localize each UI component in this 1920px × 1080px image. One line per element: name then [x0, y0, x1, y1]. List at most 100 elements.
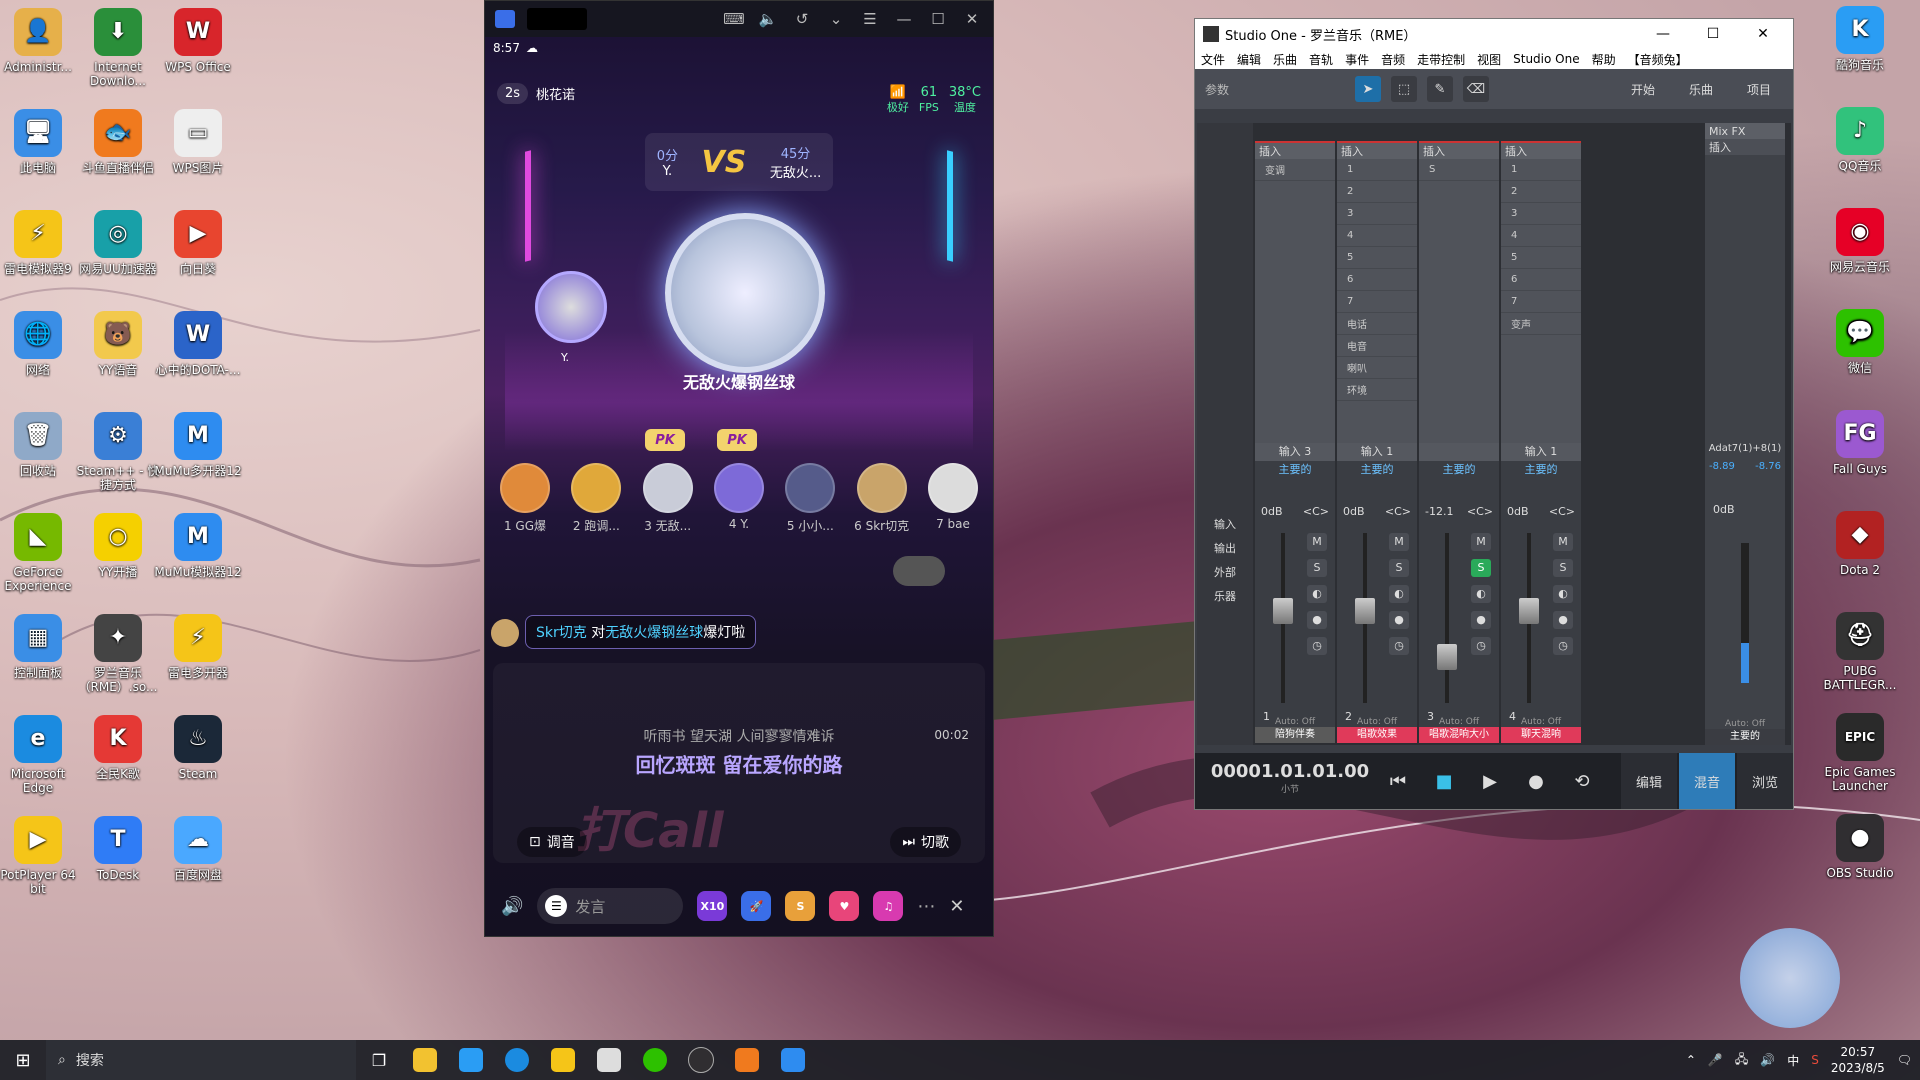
fader-cap[interactable] [1355, 597, 1375, 624]
desktop-icon[interactable]: ⚙ Steam++ - 快捷方式 [74, 412, 162, 492]
desktop-icon[interactable]: ◆ Dota 2 [1816, 511, 1904, 577]
rewind-icon[interactable]: ⏮ [1381, 764, 1415, 798]
insert-slot[interactable]: 变调 [1255, 159, 1335, 181]
minimize-button[interactable]: — [1641, 26, 1685, 42]
channel-input[interactable]: 输入 1 [1501, 443, 1581, 461]
tab-browse[interactable]: 浏览 [1737, 753, 1793, 809]
insert-slot[interactable]: 1 [1501, 159, 1581, 181]
insert-slot[interactable]: 5 [1501, 247, 1581, 269]
record-arm-icon[interactable]: ● [1471, 611, 1491, 629]
maximize-button[interactable]: ☐ [927, 10, 949, 28]
monitor-icon[interactable]: ◐ [1389, 585, 1409, 603]
menu-item[interactable]: Studio One [1513, 52, 1579, 66]
stop-icon[interactable]: ■ [1427, 764, 1461, 798]
toolbar-song[interactable]: 乐曲 [1677, 76, 1725, 102]
channel-pan[interactable]: <C> [1303, 505, 1329, 518]
desktop-icon[interactable]: ◎ 网易UU加速器 [74, 210, 162, 276]
explorer-icon[interactable] [402, 1040, 448, 1080]
channel-input[interactable]: 输入 1 [1337, 443, 1417, 461]
close-icon[interactable]: ✕ [949, 896, 964, 917]
chevron-up-icon[interactable]: ⌃ [1686, 1053, 1696, 1067]
solo-button[interactable]: S [1471, 559, 1491, 577]
channel-auto[interactable]: Auto: Off [1255, 717, 1335, 727]
edge-icon[interactable] [494, 1040, 540, 1080]
insert-slot[interactable]: 电话 [1337, 313, 1417, 335]
record-arm-icon[interactable]: ● [1553, 611, 1573, 629]
kugou-icon[interactable] [448, 1040, 494, 1080]
eraser-tool-icon[interactable]: ⌫ [1463, 76, 1489, 102]
toolbar-project[interactable]: 项目 [1735, 76, 1783, 102]
desktop-icon[interactable]: ▦ 控制面板 [0, 614, 82, 680]
audience-avatars[interactable] [893, 556, 945, 586]
desktop-icon[interactable]: 🐟 斗鱼直播伴侣 [74, 109, 162, 175]
solo-button[interactable]: S [1307, 559, 1327, 577]
insert-slot[interactable]: 4 [1337, 225, 1417, 247]
maximize-button[interactable]: ☐ [1691, 26, 1735, 42]
desktop-icon[interactable]: ⚡ 雷电模拟器9 [0, 210, 82, 276]
solo-button[interactable]: S [1553, 559, 1573, 577]
obs-icon[interactable] [678, 1040, 724, 1080]
timer-icon[interactable]: ◷ [1389, 637, 1409, 655]
channel-auto[interactable]: Auto: Off [1337, 717, 1417, 727]
insert-slot[interactable]: 5 [1337, 247, 1417, 269]
desktop-icon[interactable]: ♨ Steam [154, 715, 242, 781]
volume-icon[interactable]: 🔈 [757, 10, 779, 28]
room-name[interactable]: 桃花诺 [536, 84, 575, 103]
switch-song-button[interactable]: ⏭ 切歌 [890, 827, 961, 857]
timer-icon[interactable]: ◷ [1471, 637, 1491, 655]
tune-button[interactable]: ⊡ 调音 [517, 827, 587, 857]
channel-bus[interactable]: 主要的 [1337, 461, 1417, 477]
channel-label[interactable]: 唱歌混响大小 [1419, 727, 1499, 743]
side-label[interactable]: 乐器 [1197, 585, 1253, 609]
solo-button[interactable]: S [1389, 559, 1409, 577]
fader-cap[interactable] [1437, 643, 1457, 670]
mic-seat[interactable]: 1 GG爆 [491, 463, 559, 534]
studio-one-icon[interactable] [586, 1040, 632, 1080]
desktop-icon[interactable]: ▶ PotPlayer 64 bit [0, 816, 82, 896]
mic-seat[interactable]: 6 Skr切克 [848, 463, 916, 534]
arrow-tool-icon[interactable]: ➤ [1355, 76, 1381, 102]
microphone-icon[interactable]: 🎤 [1708, 1053, 1723, 1067]
insert-header[interactable]: 插入 [1501, 143, 1581, 159]
fader-cap[interactable] [1273, 597, 1293, 624]
channel-pan[interactable]: <C> [1467, 505, 1493, 518]
insert-slot[interactable]: 6 [1501, 269, 1581, 291]
timer-icon[interactable]: ◷ [1307, 637, 1327, 655]
fader-cap[interactable] [1519, 597, 1539, 624]
insert-slot[interactable]: 3 [1501, 203, 1581, 225]
channel-label[interactable]: 唱歌效果 [1337, 727, 1417, 743]
chat-avatar[interactable] [491, 619, 519, 647]
menu-item[interactable]: 音轨 [1309, 51, 1333, 68]
insert-slot[interactable]: 7 [1501, 291, 1581, 313]
desktop-icon[interactable]: ● OBS Studio [1816, 814, 1904, 880]
master-fader[interactable] [1741, 543, 1749, 683]
menu-icon[interactable]: ☰ [859, 10, 881, 28]
mic-seat[interactable]: 4 Y. [705, 463, 773, 534]
loop-icon[interactable]: ⟲ [1565, 764, 1599, 798]
menu-item[interactable]: 帮助 [1592, 51, 1616, 68]
insert-slot[interactable]: 7 [1337, 291, 1417, 313]
desktop-icon[interactable]: 👤 Administr... [0, 8, 82, 74]
app-tab-active[interactable] [527, 8, 587, 30]
desktop-icon[interactable]: M MuMu模拟器12 [154, 513, 242, 579]
channel-input[interactable]: 输入 3 [1255, 443, 1335, 461]
insert-slot[interactable]: 喇叭 [1337, 357, 1417, 379]
desktop-icon[interactable]: ♪ QQ音乐 [1816, 107, 1904, 173]
mute-button[interactable]: M [1471, 533, 1491, 551]
desktop-icon[interactable]: K 酷狗音乐 [1816, 6, 1904, 72]
side-avatar[interactable] [535, 271, 607, 343]
mute-button[interactable]: M [1307, 533, 1327, 551]
side-label[interactable]: 输出 [1197, 537, 1253, 561]
desktop-icon[interactable]: ⚡ 雷电多开器 [154, 614, 242, 680]
gift-music[interactable]: ♫ [873, 891, 904, 921]
mumu-icon[interactable] [770, 1040, 816, 1080]
record-arm-icon[interactable]: ● [1389, 611, 1409, 629]
channel-pan[interactable]: <C> [1385, 505, 1411, 518]
more-icon[interactable]: ⋯ [917, 896, 935, 917]
task-view-icon[interactable]: ❐ [356, 1040, 402, 1080]
mixfx-insert[interactable]: 插入 [1705, 139, 1785, 155]
insert-header[interactable]: 插入 [1337, 143, 1417, 159]
wechat-icon[interactable] [632, 1040, 678, 1080]
mute-button[interactable]: M [1553, 533, 1573, 551]
params-label[interactable]: 参数 [1205, 81, 1345, 98]
